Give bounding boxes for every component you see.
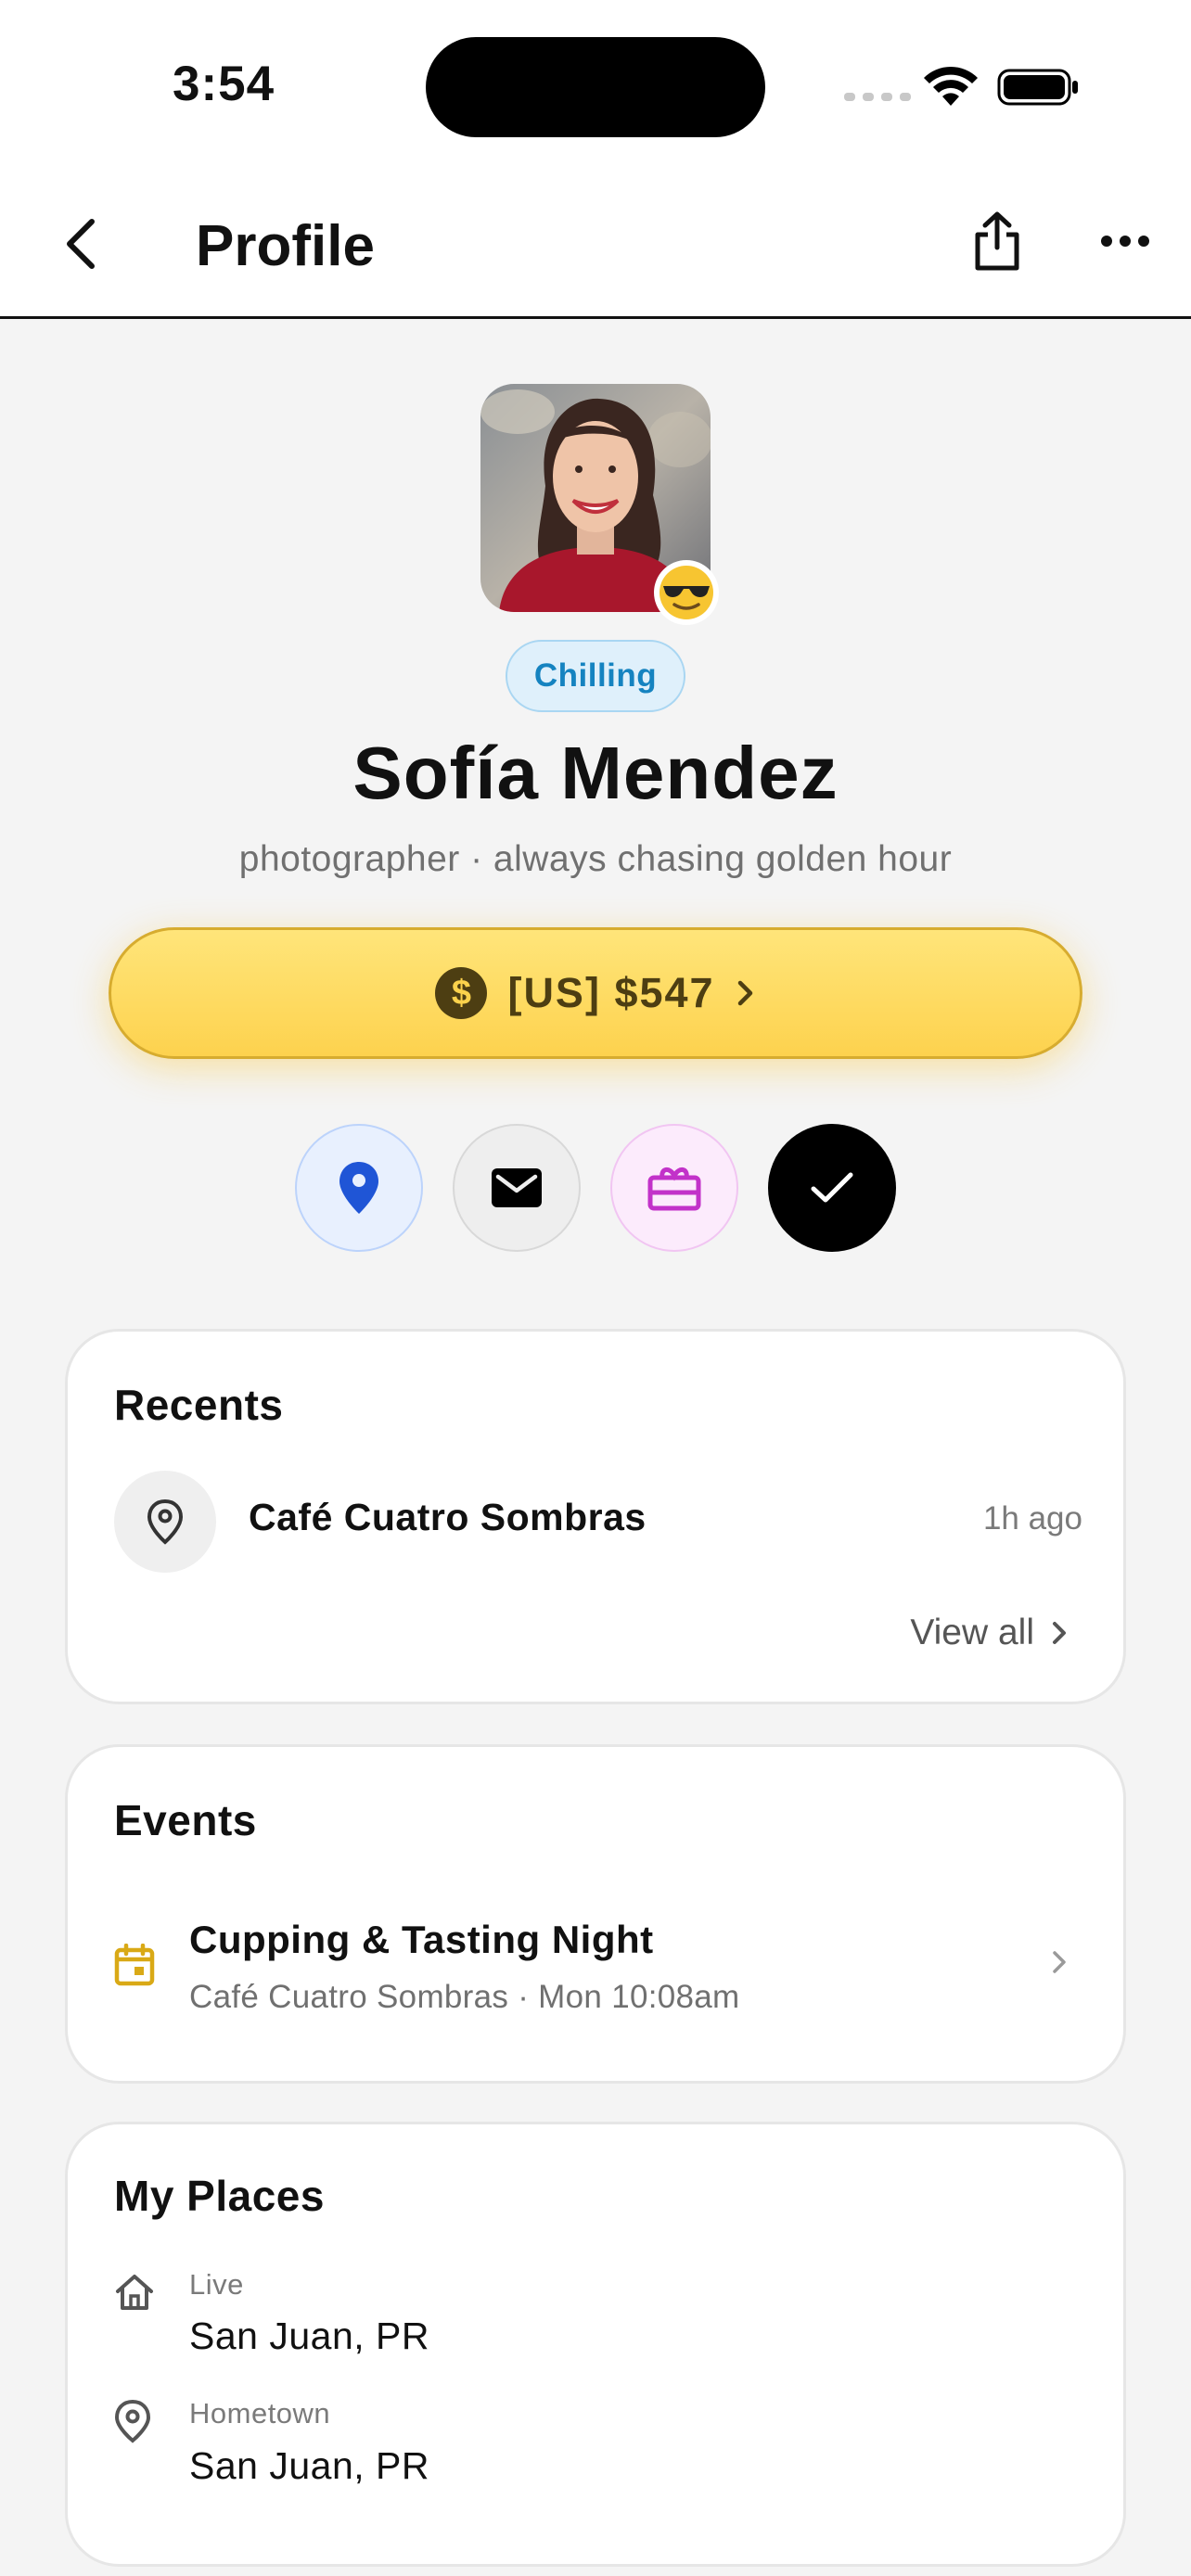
place-label-live: Live	[189, 2268, 244, 2301]
view-all-link[interactable]: View all	[910, 1613, 1068, 1653]
more-horizontal-icon	[1101, 236, 1149, 247]
mail-icon	[492, 1168, 542, 1207]
share-icon	[975, 211, 1019, 271]
sunglasses-emoji-icon	[660, 566, 713, 619]
place-avatar	[114, 1471, 216, 1573]
chevron-right-icon	[1053, 1622, 1066, 1644]
gift-card-icon	[647, 1167, 701, 1211]
location-button[interactable]	[295, 1124, 423, 1252]
balance-amount: [US] $547	[507, 969, 715, 1016]
gift-button[interactable]	[610, 1124, 738, 1252]
balance-button[interactable]: $ [US] $547	[109, 927, 1082, 1059]
mood-badge[interactable]: Chilling	[506, 640, 685, 712]
place-label-hometown: Hometown	[189, 2397, 331, 2429]
dynamic-island	[426, 37, 765, 137]
profile-bio: photographer · always chasing golden hou…	[238, 839, 953, 879]
view-all-label: View all	[910, 1613, 1034, 1652]
calendar-icon	[114, 1944, 155, 1986]
location-pin-icon	[339, 1162, 378, 1214]
battery-icon	[997, 69, 1078, 106]
back-button[interactable]	[48, 211, 113, 276]
profile-name: Sofía Mendez	[352, 732, 839, 814]
share-button[interactable]	[965, 204, 1030, 278]
action-buttons	[295, 1124, 896, 1252]
status-time: 3:54	[173, 57, 275, 111]
recents-card: Recents Café Cuatro Sombras 1h ago View …	[65, 1329, 1126, 1704]
more-options-button[interactable]	[1093, 213, 1158, 269]
location-pin-icon	[147, 1498, 184, 1545]
my-places-card: My Places Live San Juan, PR Hometown San…	[65, 2122, 1126, 2567]
my-places-title: My Places	[114, 2172, 325, 2220]
home-icon	[116, 2275, 153, 2310]
events-title: Events	[114, 1796, 257, 1844]
status-bar: 3:54	[0, 0, 1191, 176]
place-value-hometown: San Juan, PR	[189, 2444, 429, 2487]
place-value-live: San Juan, PR	[189, 2315, 429, 2357]
recent-place-name: Café Cuatro Sombras	[249, 1496, 647, 1538]
page-title: Profile	[196, 214, 375, 278]
list-item[interactable]: Café Cuatro Sombras 1h ago	[114, 1471, 1082, 1573]
recents-title: Recents	[114, 1381, 284, 1429]
location-pin-icon	[114, 2399, 151, 2443]
checkmark-icon	[811, 1172, 853, 1203]
chevron-left-icon	[67, 219, 95, 269]
navigation-bar: Profile	[0, 176, 1191, 319]
chevron-right-icon	[737, 980, 752, 1006]
message-button[interactable]	[453, 1124, 581, 1252]
mood-emoji-badge	[654, 560, 719, 625]
chevron-right-icon[interactable]	[1051, 1949, 1068, 1975]
recent-time: 1h ago	[982, 1500, 1082, 1537]
friend-status-button[interactable]	[768, 1124, 896, 1252]
dollar-coin-icon: $	[435, 967, 488, 1019]
cellular-signal-icon	[844, 93, 911, 101]
wifi-icon	[924, 66, 978, 106]
events-card: Events Cupping & Tasting Night Café Cuat…	[65, 1744, 1126, 2084]
event-title[interactable]: Cupping & Tasting Night	[189, 1918, 654, 1962]
event-details: Café Cuatro Sombras · Mon 10:08am	[189, 1979, 740, 2015]
